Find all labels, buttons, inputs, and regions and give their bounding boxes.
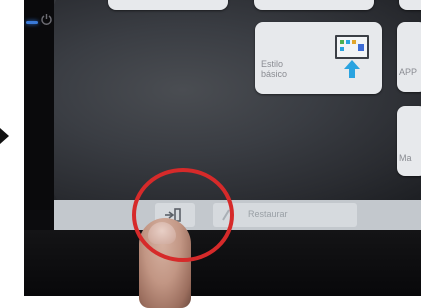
highlight-circle bbox=[132, 168, 234, 262]
tile-estilo-label-line1: Estilo bbox=[261, 59, 284, 69]
tile-top-left[interactable] bbox=[108, 0, 228, 10]
tile-top-middle[interactable] bbox=[254, 0, 374, 10]
power-icon[interactable] bbox=[41, 13, 52, 27]
tile-top-right[interactable] bbox=[399, 0, 421, 10]
tile-estilo-label-line2: básico bbox=[261, 69, 288, 79]
bottom-toolbar: Restaurar bbox=[54, 200, 421, 230]
restore-label: Restaurar bbox=[248, 209, 288, 219]
presentation-screen-icon bbox=[335, 35, 369, 78]
touch-screen: Estilo básico APP Ma bbox=[54, 0, 421, 200]
left-bezel bbox=[24, 0, 54, 210]
tile-app-label: APP bbox=[399, 67, 418, 77]
tile-manual-label: Ma bbox=[399, 153, 412, 163]
tile-estilo-label: Estilo básico bbox=[261, 59, 287, 79]
pointer-arrow bbox=[0, 128, 9, 144]
tile-estilo-basico[interactable]: Estilo básico bbox=[255, 22, 382, 94]
tile-manual[interactable]: Ma bbox=[397, 106, 421, 176]
indicator-light bbox=[26, 21, 38, 24]
tile-app[interactable]: APP bbox=[397, 22, 421, 92]
